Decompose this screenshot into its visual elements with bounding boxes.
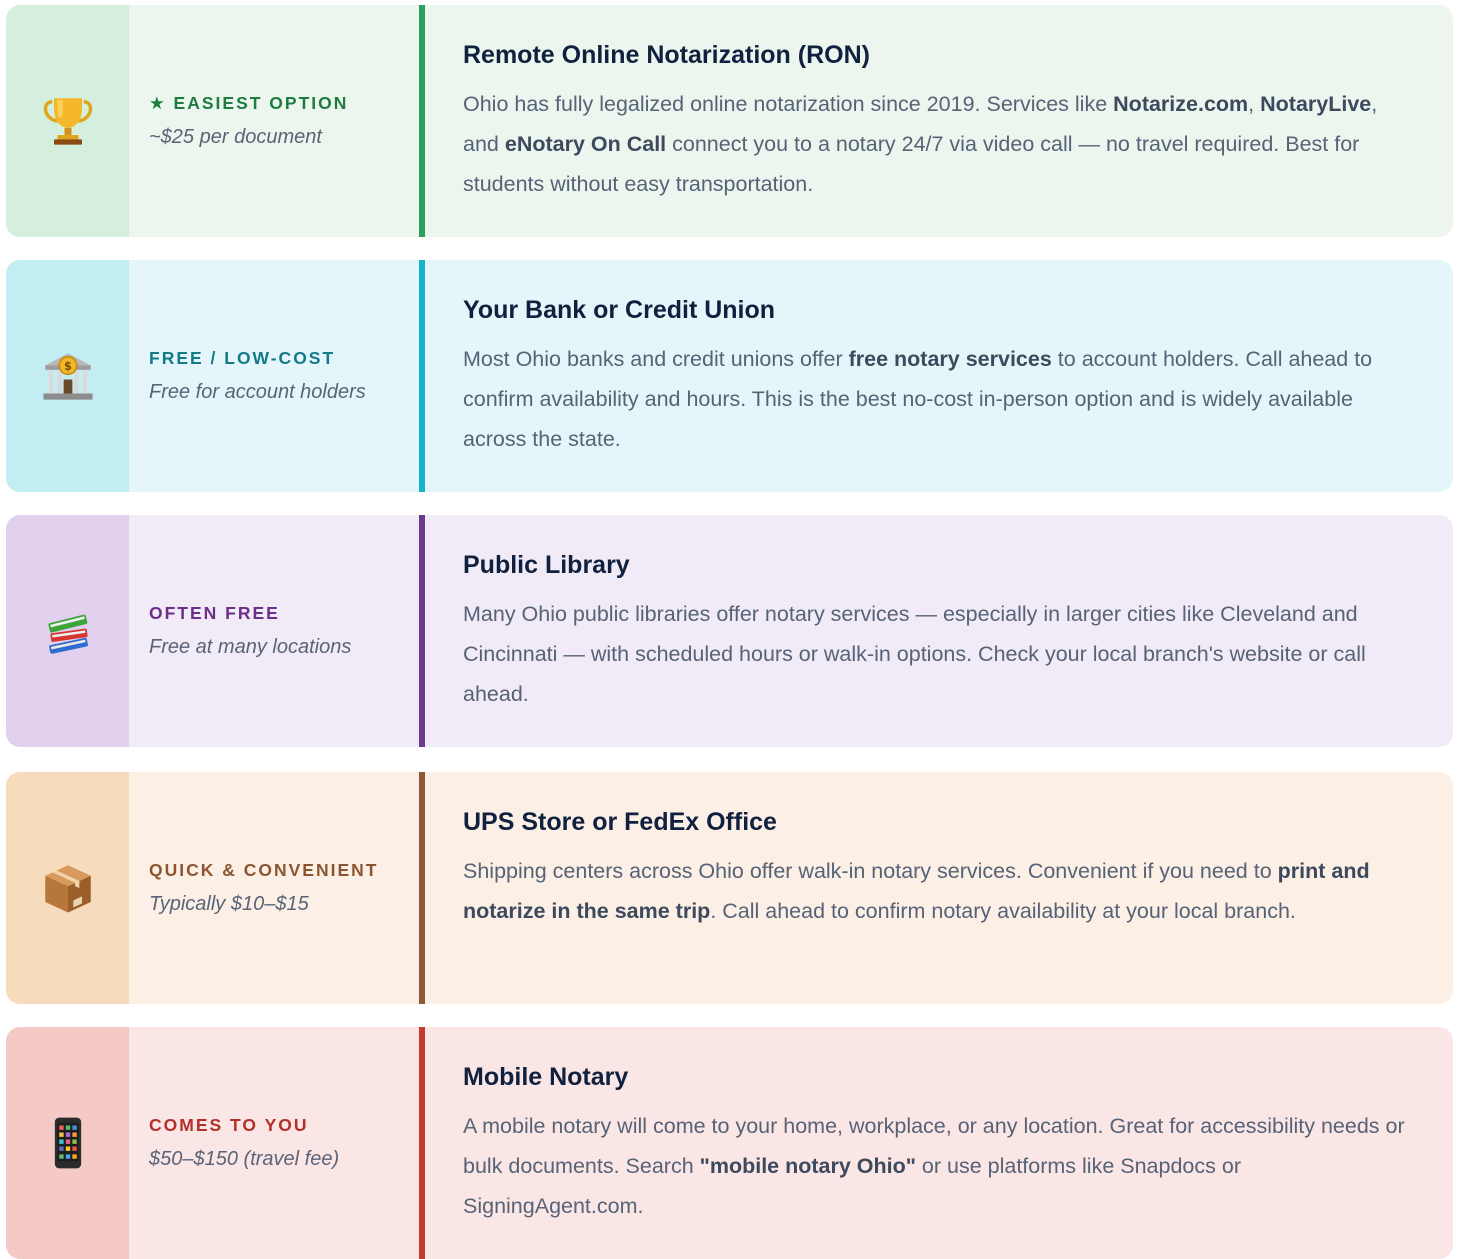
option-description: Ohio has fully legalized online notariza… [463, 84, 1409, 204]
option-tag: FREE / LOW-COST [149, 348, 336, 368]
option-title: Public Library [463, 551, 630, 579]
description-emphasis: "mobile notary Ohio" [699, 1154, 916, 1178]
meta-cell: ★ EASIEST OPTION ~$25 per document [129, 5, 419, 237]
option-title: Mobile Notary [463, 1063, 629, 1091]
description-text: Ohio has fully legalized online notariza… [463, 92, 1114, 116]
description-text: . Call ahead to confirm notary availabil… [710, 899, 1296, 923]
description-emphasis: Notarize.com [1113, 92, 1249, 116]
body-cell: Public Library Many Ohio public librarie… [425, 515, 1453, 747]
meta-cell: OFTEN FREE Free at many locations [129, 515, 419, 747]
option-tag: OFTEN FREE [149, 603, 280, 623]
option-card-library: OFTEN FREE Free at many locations Public… [6, 515, 1453, 747]
option-description: Most Ohio banks and credit unions offer … [463, 339, 1409, 459]
notary-options-list: ★ EASIEST OPTION ~$25 per document Remot… [0, 0, 1459, 1259]
option-price: Typically $10–$15 [149, 893, 309, 915]
description-text: Many Ohio public libraries offer notary … [463, 602, 1366, 706]
icon-cell [6, 5, 129, 237]
svg-text:$: $ [64, 359, 72, 373]
body-cell: Remote Online Notarization (RON) Ohio ha… [425, 5, 1453, 237]
package-icon [44, 865, 91, 913]
description-emphasis: eNotary On Call [504, 132, 667, 156]
icon-cell [6, 1027, 129, 1259]
option-description: Shipping centers across Ohio offer walk-… [463, 851, 1409, 931]
body-cell: Mobile Notary A mobile notary will come … [425, 1027, 1453, 1259]
option-title: UPS Store or FedEx Office [463, 808, 777, 836]
books-icon [47, 614, 88, 654]
body-cell: UPS Store or FedEx Office Shipping cente… [425, 772, 1453, 1004]
option-title: Remote Online Notarization (RON) [463, 41, 870, 69]
meta-cell: QUICK & CONVENIENT Typically $10–$15 [129, 772, 419, 1004]
description-text: Most Ohio banks and credit unions offer [463, 347, 849, 371]
option-card-ron: ★ EASIEST OPTION ~$25 per document Remot… [6, 5, 1453, 237]
option-card-mobile: COMES TO YOU $50–$150 (travel fee) Mobil… [6, 1027, 1453, 1259]
option-card-bank: $ FREE / LOW-COST Free for account holde… [6, 260, 1453, 492]
option-price: Free at many locations [149, 636, 352, 658]
mobile-phone-icon [54, 1117, 81, 1169]
description-text: , [1248, 92, 1261, 116]
description-emphasis: free notary services [848, 347, 1052, 371]
trophy-icon [43, 98, 92, 145]
icon-cell [6, 515, 129, 747]
option-price: $50–$150 (travel fee) [149, 1148, 340, 1170]
meta-cell: FREE / LOW-COST Free for account holders [129, 260, 419, 492]
option-title: Your Bank or Credit Union [463, 296, 776, 324]
meta-cell: COMES TO YOU $50–$150 (travel fee) [129, 1027, 419, 1259]
option-tag: COMES TO YOU [149, 1115, 309, 1135]
option-tag: ★ EASIEST OPTION [149, 93, 349, 113]
description-text: Shipping centers across Ohio offer walk-… [463, 859, 1278, 883]
body-cell: Your Bank or Credit Union Most Ohio bank… [425, 260, 1453, 492]
option-tag: QUICK & CONVENIENT [149, 860, 379, 880]
option-description: A mobile notary will come to your home, … [463, 1106, 1409, 1226]
icon-cell: $ [6, 260, 129, 492]
bank-icon: $ [43, 353, 92, 400]
option-price: Free for account holders [149, 381, 366, 403]
option-description: Many Ohio public libraries offer notary … [463, 594, 1409, 714]
option-price: ~$25 per document [149, 126, 322, 148]
description-emphasis: NotaryLive [1260, 92, 1372, 116]
icon-cell [6, 772, 129, 1004]
option-card-shipping: QUICK & CONVENIENT Typically $10–$15 UPS… [6, 772, 1453, 1004]
